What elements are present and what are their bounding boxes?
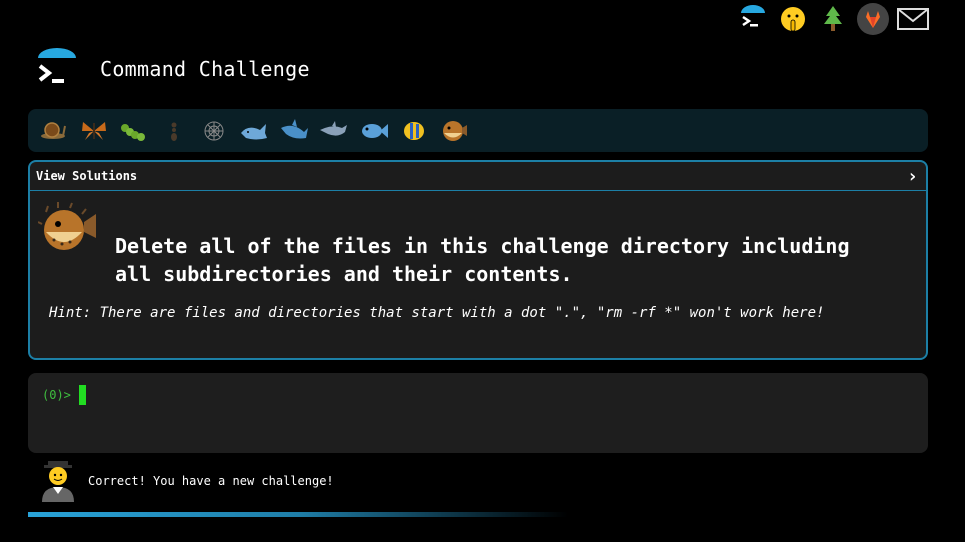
tropical-fish-icon[interactable] xyxy=(394,111,434,151)
top-icon-bar xyxy=(737,0,929,38)
view-solutions-label: View Solutions xyxy=(36,169,138,183)
challenge-hint: Hint: There are files and directories th… xyxy=(49,305,825,321)
shark-icon[interactable] xyxy=(274,111,314,151)
gitlab-icon[interactable] xyxy=(857,3,889,35)
challenge-description: Delete all of the files in this challeng… xyxy=(115,232,915,288)
dolphin-icon[interactable] xyxy=(314,111,354,151)
whale-icon[interactable] xyxy=(234,111,274,151)
shushing-face-icon[interactable] xyxy=(777,3,809,35)
terminal-prompt: (0)> xyxy=(42,388,71,402)
challenge-text-line-2: all subdirectories and their contents. xyxy=(115,262,573,286)
terminal-input[interactable]: (0)> xyxy=(28,373,928,453)
snail-icon[interactable] xyxy=(34,111,74,151)
view-solutions-toggle[interactable]: View Solutions › xyxy=(30,162,926,191)
chevron-right-icon[interactable]: › xyxy=(907,166,918,187)
blowfish-icon[interactable] xyxy=(434,111,474,151)
spider-web-icon[interactable] xyxy=(194,111,234,151)
butterfly-icon[interactable] xyxy=(74,111,114,151)
challenge-text-line-1: Delete all of the files in this challeng… xyxy=(115,234,850,258)
level-icon-bar xyxy=(28,109,928,152)
page-header: Command Challenge xyxy=(34,46,310,92)
progress-bar xyxy=(28,512,928,517)
terminal-logo-icon[interactable] xyxy=(34,46,80,92)
fish-icon[interactable] xyxy=(354,111,394,151)
page-title: Command Challenge xyxy=(100,57,310,81)
caterpillar-icon[interactable] xyxy=(114,111,154,151)
blowfish-icon xyxy=(37,202,98,254)
feedback-area: Correct! You have a new challenge! xyxy=(40,460,334,502)
judge-avatar-icon xyxy=(40,460,76,502)
terminal-cursor xyxy=(78,385,86,405)
mail-icon[interactable] xyxy=(897,3,929,35)
feedback-message: Correct! You have a new challenge! xyxy=(88,474,334,488)
progress-bar-fill xyxy=(28,512,568,517)
tree-icon[interactable] xyxy=(817,3,849,35)
terminal-umbrella-icon[interactable] xyxy=(737,3,769,35)
challenge-panel: View Solutions › Delete all of the files… xyxy=(28,160,928,360)
ant-icon[interactable] xyxy=(154,111,194,151)
